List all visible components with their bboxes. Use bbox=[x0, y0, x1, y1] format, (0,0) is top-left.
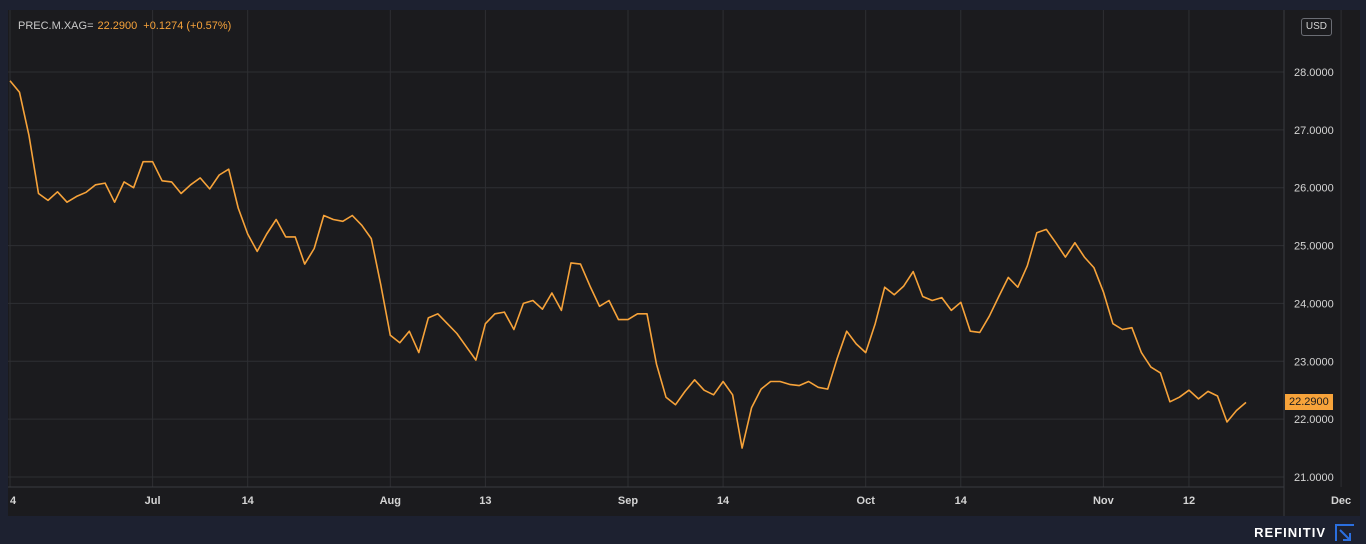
x-tick-label: Jul bbox=[145, 495, 161, 507]
x-tick-label: Aug bbox=[380, 495, 401, 507]
x-tick-label: 13 bbox=[479, 495, 491, 507]
y-tick-label: 22.0000 bbox=[1294, 414, 1334, 426]
x-tick-label: Sep bbox=[618, 495, 638, 507]
currency-badge[interactable]: USD bbox=[1300, 18, 1332, 36]
x-tick-label: 12 bbox=[1183, 495, 1195, 507]
last-price-tag: 22.2900 bbox=[1285, 394, 1333, 411]
x-axis-ticks: 4Jul14Aug13Sep14Oct14Nov12Dec14 bbox=[10, 495, 1351, 507]
legend-symbol: PREC.M.XAG= bbox=[18, 20, 94, 32]
chart-panel: 28.0000 27.0000 26.0000 25.0000 24.0000 23.00… bbox=[8, 10, 1360, 516]
price-chart[interactable]: 28.0000 27.0000 26.0000 25.0000 24.0000 23.00… bbox=[8, 10, 1360, 516]
refinitiv-logo-icon bbox=[1335, 524, 1354, 541]
y-tick-label: 26.0000 bbox=[1294, 183, 1334, 195]
x-tick-label: Oct bbox=[857, 495, 876, 507]
y-axis-ticks: 28.0000 27.0000 26.0000 25.0000 24.0000 23.00… bbox=[1294, 67, 1334, 484]
legend-last-price: 22.2900 bbox=[97, 20, 138, 32]
brand-footer: REFINITIV bbox=[1254, 522, 1356, 542]
y-tick-label: 21.0000 bbox=[1294, 472, 1334, 484]
x-tick-label: Dec bbox=[1331, 495, 1351, 507]
x-tick-label: 14 bbox=[242, 495, 255, 507]
y-tick-label: 24.0000 bbox=[1294, 298, 1334, 310]
y-tick-label: 27.0000 bbox=[1294, 125, 1334, 137]
y-tick-label: 23.0000 bbox=[1294, 356, 1334, 368]
x-tick-label: Nov bbox=[1093, 495, 1115, 507]
y-tick-label: 25.0000 bbox=[1294, 241, 1334, 253]
x-tick-label: 14 bbox=[955, 495, 968, 507]
x-tick-label: 14 bbox=[717, 495, 730, 507]
y-tick-label: 28.0000 bbox=[1294, 67, 1334, 79]
grid-lines bbox=[8, 10, 1342, 487]
x-tick-label: 4 bbox=[10, 495, 17, 507]
brand-name: REFINITIV bbox=[1254, 524, 1326, 540]
legend: PREC.M.XAG= 22.2900 +0.1274 (+0.57%) bbox=[18, 20, 231, 32]
legend-change: +0.1274 (+0.57%) bbox=[143, 20, 232, 32]
